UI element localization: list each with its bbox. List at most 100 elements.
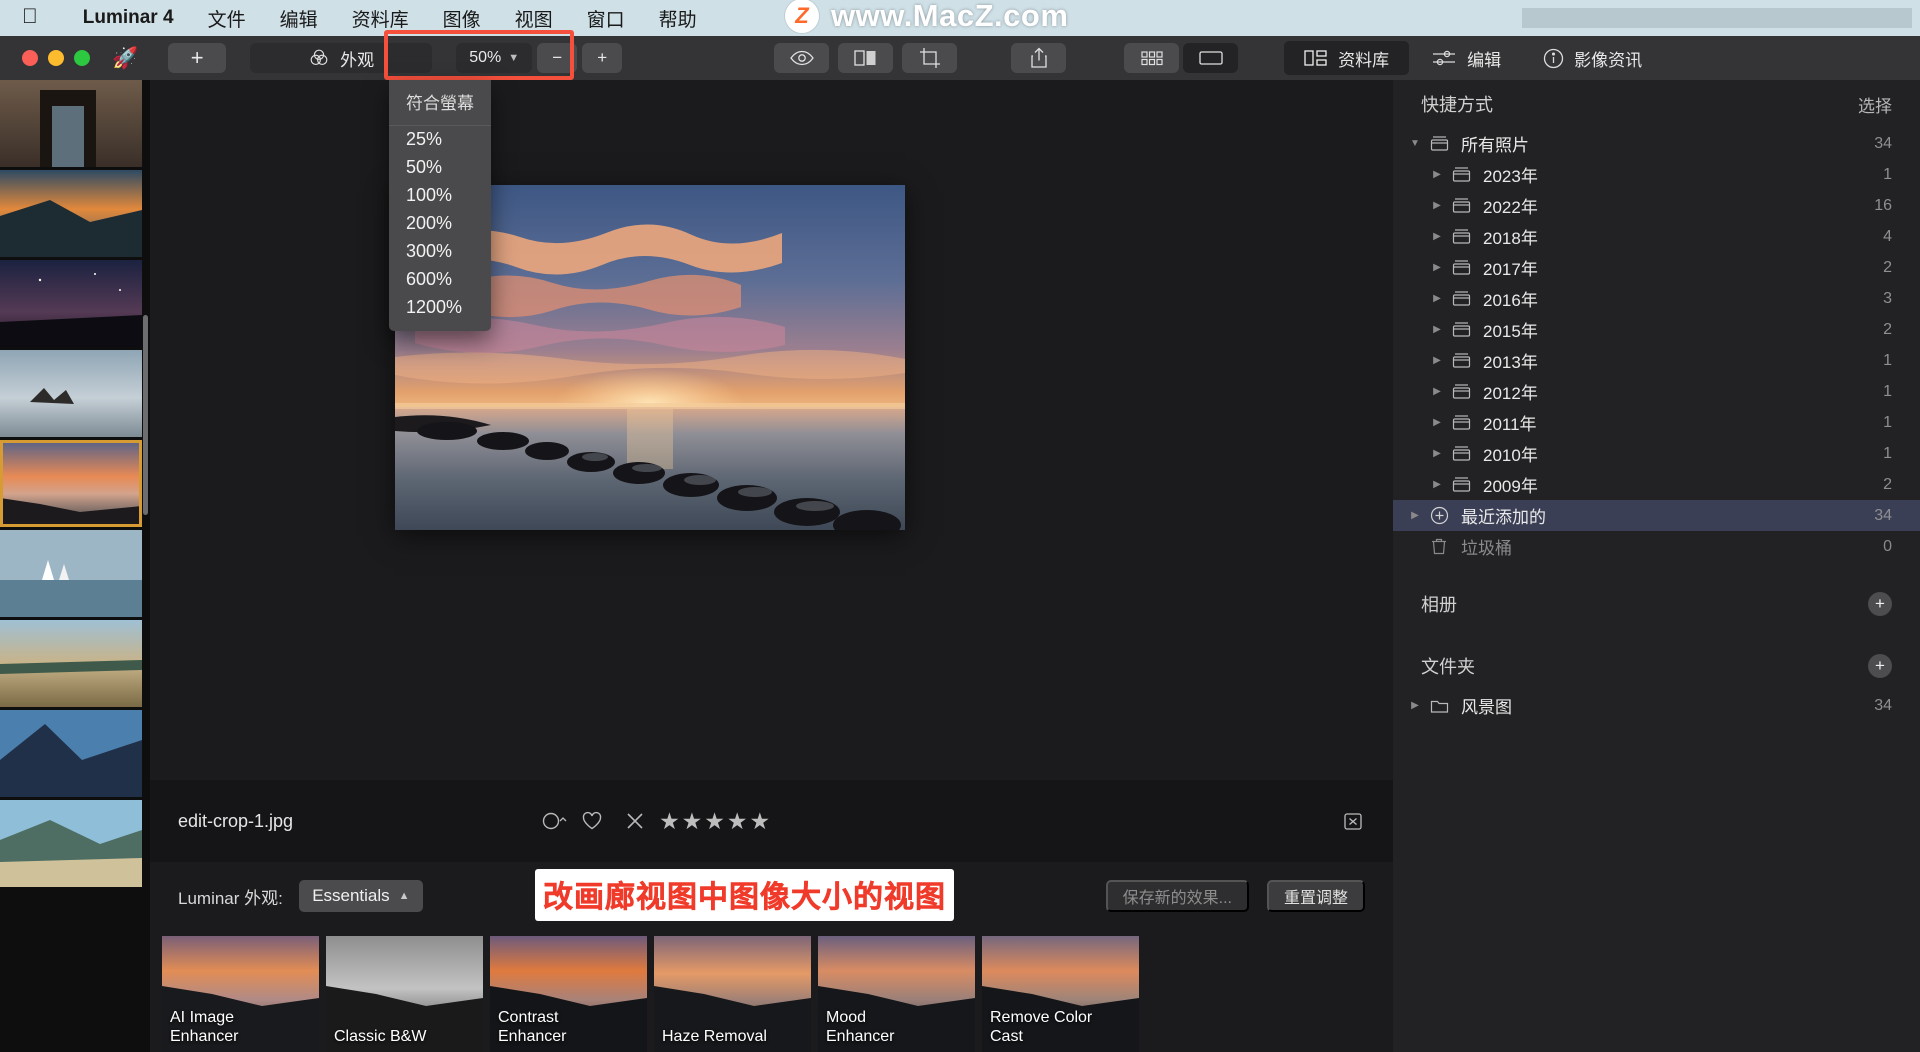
chevron-right-icon[interactable]: ▶ <box>1427 324 1447 335</box>
list-item[interactable] <box>0 170 142 257</box>
zoom-option-50[interactable]: 50% <box>389 154 491 182</box>
library-tree-row[interactable]: ▶ 2011年 1 <box>1393 407 1920 438</box>
library-tree-row[interactable]: ▶ 2017年 2 <box>1393 252 1920 283</box>
crop-button[interactable] <box>902 43 958 73</box>
plus-circle-icon <box>1425 506 1453 525</box>
color-label-icon[interactable] <box>541 811 567 831</box>
zoom-option-1200[interactable]: 1200% <box>389 294 491 322</box>
looks-category-dropdown[interactable]: Essentials ▲ <box>298 880 423 912</box>
zoom-dropdown-menu[interactable]: 符合螢幕 25% 50% 100% 200% 300% 600% 1200% <box>389 80 491 331</box>
library-tree-row[interactable]: ▶ 2018年 4 <box>1393 221 1920 252</box>
zoom-option-100[interactable]: 100% <box>389 182 491 210</box>
rocket-icon[interactable]: 🚀 <box>112 48 138 69</box>
compare-button[interactable] <box>838 43 894 73</box>
chevron-right-icon[interactable]: ▶ <box>1405 700 1425 711</box>
chevron-right-icon[interactable]: ▶ <box>1427 231 1447 242</box>
preset-remove-color-cast[interactable]: Remove Color Cast <box>982 936 1139 1052</box>
delete-photo-button[interactable] <box>1341 809 1365 833</box>
preset-haze-removal[interactable]: Haze Removal <box>654 936 811 1052</box>
filmstrip-panel[interactable] <box>0 80 150 1052</box>
library-tree-row[interactable]: ▶ 2015年 2 <box>1393 314 1920 345</box>
preset-mood-enhancer[interactable]: Mood Enhancer <box>818 936 975 1052</box>
menu-item-window[interactable]: 窗口 <box>570 5 642 32</box>
shortcuts-select-action[interactable]: 选择 <box>1858 92 1892 117</box>
library-tree-row[interactable]: ▶ 最近添加的 34 <box>1393 500 1920 531</box>
tab-info[interactable]: 影像资讯 <box>1523 41 1662 75</box>
single-view-button[interactable] <box>1183 43 1239 73</box>
chevron-right-icon[interactable]: ▶ <box>1427 417 1447 428</box>
share-button[interactable] <box>1011 43 1067 73</box>
library-tree-count: 2 <box>1883 258 1892 276</box>
list-item[interactable] <box>0 710 142 797</box>
list-item[interactable] <box>0 800 142 887</box>
menu-item-app[interactable]: Luminar 4 <box>66 7 191 29</box>
preset-label-line1: Haze Removal <box>662 1028 767 1045</box>
tab-edit[interactable]: 编辑 <box>1411 41 1521 75</box>
list-item[interactable] <box>0 620 142 707</box>
list-item-selected[interactable] <box>0 440 142 527</box>
menu-item-edit[interactable]: 编辑 <box>263 5 335 32</box>
close-button[interactable] <box>22 50 38 66</box>
zoom-menu-header[interactable]: 符合螢幕 <box>389 86 491 126</box>
zoom-in-button[interactable]: + <box>582 43 623 73</box>
list-item[interactable] <box>0 350 142 437</box>
add-folder-button[interactable]: + <box>1868 654 1892 678</box>
library-tree-row[interactable]: ▶ 2016年 3 <box>1393 283 1920 314</box>
heart-icon[interactable] <box>581 811 603 831</box>
reject-x-icon[interactable] <box>625 811 645 831</box>
looks-button[interactable]: 外观 <box>250 43 433 73</box>
library-tree-row[interactable]: ▶ 2010年 1 <box>1393 438 1920 469</box>
library-tree: ▼ 所有照片 34 ▶ 2023年 1 ▶ 2022年 16 ▶ 2018年 4 ▶ 2017年 2 ▶ 201… <box>1393 128 1920 562</box>
preset-label-line1: Contrast <box>498 1009 559 1026</box>
library-tree-row[interactable]: ▶ 2012年 1 <box>1393 376 1920 407</box>
tab-library[interactable]: 资料库 <box>1284 41 1410 75</box>
preview-toggle-button[interactable] <box>774 43 830 73</box>
chevron-right-icon[interactable]: ▶ <box>1427 448 1447 459</box>
library-tree-row[interactable]: ▶ 2013年 1 <box>1393 345 1920 376</box>
add-photos-button[interactable]: + <box>168 43 227 73</box>
filmstrip-scrollbar[interactable] <box>143 315 148 515</box>
apple-logo-icon[interactable]:  <box>22 6 38 27</box>
menu-item-image[interactable]: 图像 <box>426 5 498 32</box>
menu-item-help[interactable]: 帮助 <box>642 5 714 32</box>
preset-ai-image-enhancer[interactable]: AI Image Enhancer <box>162 936 319 1052</box>
library-tree-row[interactable]: ▼ 所有照片 34 <box>1393 128 1920 159</box>
list-item[interactable] <box>0 530 142 617</box>
library-tree-row[interactable]: ▶ 2009年 2 <box>1393 469 1920 500</box>
zoom-option-600[interactable]: 600% <box>389 266 491 294</box>
menu-item-file[interactable]: 文件 <box>191 5 263 32</box>
library-tree-row[interactable]: ▶ 2022年 16 <box>1393 190 1920 221</box>
grid-view-button[interactable] <box>1124 43 1180 73</box>
minimize-button[interactable] <box>48 50 64 66</box>
zoom-option-300[interactable]: 300% <box>389 238 491 266</box>
folder-row[interactable]: ▶ 风景图 34 <box>1393 690 1920 721</box>
chevron-right-icon[interactable]: ▶ <box>1427 169 1447 180</box>
zoom-option-25[interactable]: 25% <box>389 126 491 154</box>
zoom-button[interactable] <box>74 50 90 66</box>
add-album-button[interactable]: + <box>1868 592 1892 616</box>
chevron-right-icon[interactable]: ▶ <box>1405 510 1425 521</box>
menu-item-view[interactable]: 视图 <box>498 5 570 32</box>
save-new-look-button[interactable]: 保存新的效果... <box>1105 880 1249 912</box>
zoom-level-dropdown[interactable]: 50% ▼ <box>456 43 533 73</box>
menu-item-library[interactable]: 资料库 <box>335 5 426 32</box>
zoom-option-200[interactable]: 200% <box>389 210 491 238</box>
chevron-right-icon[interactable]: ▶ <box>1427 355 1447 366</box>
chevron-down-icon[interactable]: ▼ <box>1405 138 1425 149</box>
shortcuts-title: 快捷方式 <box>1421 95 1493 115</box>
window-controls[interactable] <box>22 50 90 66</box>
zoom-out-button[interactable]: − <box>537 43 578 73</box>
reset-adjustments-button[interactable]: 重置调整 <box>1266 880 1365 912</box>
chevron-right-icon[interactable]: ▶ <box>1427 479 1447 490</box>
chevron-right-icon[interactable]: ▶ <box>1427 200 1447 211</box>
preset-contrast-enhancer[interactable]: Contrast Enhancer <box>490 936 647 1052</box>
star-rating[interactable]: ★★★★★ <box>659 808 772 835</box>
library-tree-row[interactable]: ▶ 2023年 1 <box>1393 159 1920 190</box>
library-tree-row[interactable]: 垃圾桶 0 <box>1393 531 1920 562</box>
chevron-right-icon[interactable]: ▶ <box>1427 262 1447 273</box>
chevron-right-icon[interactable]: ▶ <box>1427 293 1447 304</box>
chevron-right-icon[interactable]: ▶ <box>1427 386 1447 397</box>
preset-classic-bw[interactable]: Classic B&W <box>326 936 483 1052</box>
list-item[interactable] <box>0 260 142 347</box>
list-item[interactable] <box>0 80 142 167</box>
